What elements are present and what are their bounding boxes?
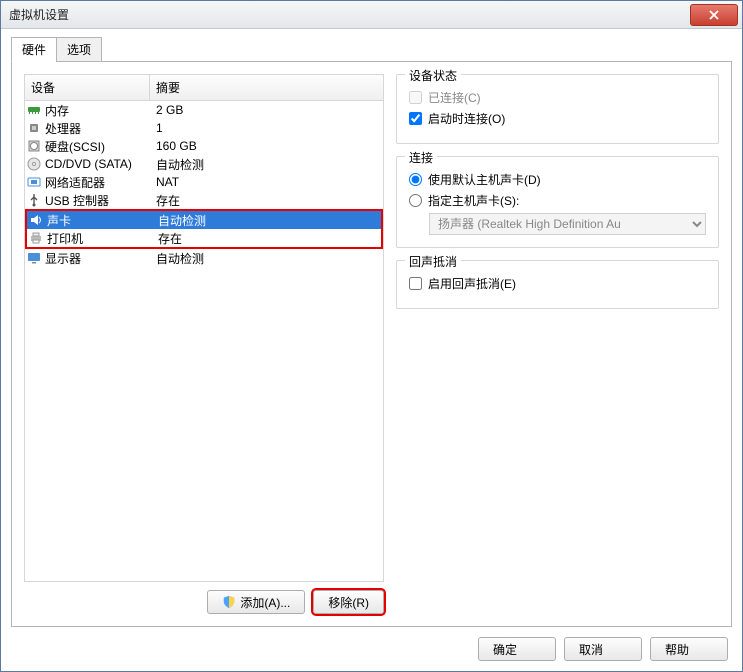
device-summary: 自动检测 — [150, 250, 383, 267]
tabstrip: 硬件 选项 — [11, 39, 732, 61]
disk-icon — [25, 139, 43, 153]
device-summary: 2 GB — [150, 103, 383, 117]
specify-radio-row[interactable]: 指定主机声卡(S): — [409, 192, 706, 209]
shield-icon — [222, 595, 236, 609]
device-list[interactable]: 设备 摘要 内存2 GB处理器1硬盘(SCSI)160 GBCD/DVD (SA… — [24, 74, 384, 582]
dvd-icon — [25, 157, 43, 171]
device-summary: 自动检测 — [152, 212, 381, 229]
settings-pane: 设备状态 已连接(C) 启动时连接(O) 连接 使用默认主机声卡(D) — [396, 74, 719, 614]
tab-panel: 设备 摘要 内存2 GB处理器1硬盘(SCSI)160 GBCD/DVD (SA… — [11, 61, 732, 627]
device-row-disk[interactable]: 硬盘(SCSI)160 GB — [25, 137, 383, 155]
device-row-net[interactable]: 网络适配器NAT — [25, 173, 383, 191]
device-summary: 1 — [150, 121, 383, 135]
connect-at-power-row[interactable]: 启动时连接(O) — [409, 110, 706, 127]
group-echo: 回声抵消 启用回声抵消(E) — [396, 260, 719, 309]
device-row-display[interactable]: 显示器自动检测 — [25, 249, 383, 267]
device-name: 声卡 — [45, 212, 152, 229]
group-status: 设备状态 已连接(C) 启动时连接(O) — [396, 74, 719, 144]
connected-checkbox — [409, 91, 422, 104]
specify-label: 指定主机声卡(S): — [428, 192, 519, 209]
device-row-memory[interactable]: 内存2 GB — [25, 101, 383, 119]
group-echo-title: 回声抵消 — [405, 253, 461, 270]
col-header-summary: 摘要 — [150, 75, 383, 100]
device-rows: 内存2 GB处理器1硬盘(SCSI)160 GBCD/DVD (SATA)自动检… — [25, 101, 383, 267]
close-button[interactable] — [690, 4, 738, 26]
device-name: 硬盘(SCSI) — [43, 138, 150, 155]
connected-label: 已连接(C) — [428, 89, 481, 106]
device-name: 显示器 — [43, 250, 150, 267]
tab-hardware[interactable]: 硬件 — [11, 37, 57, 62]
remove-button-label: 移除(R) — [328, 594, 369, 611]
echo-checkbox[interactable] — [409, 277, 422, 290]
echo-label: 启用回声抵消(E) — [428, 275, 516, 292]
device-buttons: 添加(A)... 移除(R) — [24, 590, 384, 614]
remove-button[interactable]: 移除(R) — [313, 590, 384, 614]
net-icon — [25, 175, 43, 189]
host-sound-select: 扬声器 (Realtek High Definition Au — [429, 213, 706, 235]
device-row-sound[interactable]: 声卡自动检测 — [27, 211, 381, 229]
device-name: CD/DVD (SATA) — [43, 157, 150, 171]
col-header-device: 设备 — [25, 75, 150, 100]
device-name: 打印机 — [45, 230, 152, 247]
device-summary: 存在 — [150, 192, 383, 209]
connected-checkbox-row[interactable]: 已连接(C) — [409, 89, 706, 106]
group-status-title: 设备状态 — [405, 67, 461, 84]
add-button-label: 添加(A)... — [240, 594, 290, 611]
connect-at-power-checkbox[interactable] — [409, 112, 422, 125]
device-name: 网络适配器 — [43, 174, 150, 191]
device-row-dvd[interactable]: CD/DVD (SATA)自动检测 — [25, 155, 383, 173]
echo-checkbox-row[interactable]: 启用回声抵消(E) — [409, 275, 706, 292]
cpu-icon — [25, 121, 43, 135]
device-pane: 设备 摘要 内存2 GB处理器1硬盘(SCSI)160 GBCD/DVD (SA… — [24, 74, 384, 614]
close-icon — [709, 10, 719, 20]
window-title: 虚拟机设置 — [9, 6, 69, 23]
device-row-usb[interactable]: USB 控制器存在 — [25, 191, 383, 209]
connect-at-power-label: 启动时连接(O) — [428, 110, 505, 127]
device-list-header: 设备 摘要 — [25, 75, 383, 101]
device-summary: 160 GB — [150, 139, 383, 153]
specify-radio[interactable] — [409, 194, 422, 207]
ok-button[interactable]: 确定 — [478, 637, 556, 661]
device-row-cpu[interactable]: 处理器1 — [25, 119, 383, 137]
device-summary: 自动检测 — [150, 156, 383, 173]
use-default-radio-row[interactable]: 使用默认主机声卡(D) — [409, 171, 706, 188]
titlebar: 虚拟机设置 — [1, 1, 742, 29]
device-name: USB 控制器 — [43, 192, 150, 209]
use-default-radio[interactable] — [409, 173, 422, 186]
device-name: 内存 — [43, 102, 150, 119]
group-connection: 连接 使用默认主机声卡(D) 指定主机声卡(S): 扬声器 (Realtek H… — [396, 156, 719, 248]
sound-icon — [27, 213, 45, 227]
add-button[interactable]: 添加(A)... — [207, 590, 305, 614]
printer-icon — [27, 231, 45, 245]
device-summary: 存在 — [152, 230, 381, 247]
vm-settings-window: 虚拟机设置 硬件 选项 设备 摘要 内存2 GB处理器1硬盘(SCSI)160 … — [0, 0, 743, 672]
tab-options[interactable]: 选项 — [56, 37, 102, 62]
use-default-label: 使用默认主机声卡(D) — [428, 171, 541, 188]
help-button[interactable]: 帮助 — [650, 637, 728, 661]
display-icon — [25, 251, 43, 265]
device-summary: NAT — [150, 175, 383, 189]
cancel-button[interactable]: 取消 — [564, 637, 642, 661]
device-row-printer[interactable]: 打印机存在 — [27, 229, 381, 247]
memory-icon — [25, 104, 43, 116]
device-name: 处理器 — [43, 120, 150, 137]
usb-icon — [25, 193, 43, 207]
dialog-buttons: 确定 取消 帮助 — [11, 627, 732, 661]
group-connection-title: 连接 — [405, 149, 437, 166]
